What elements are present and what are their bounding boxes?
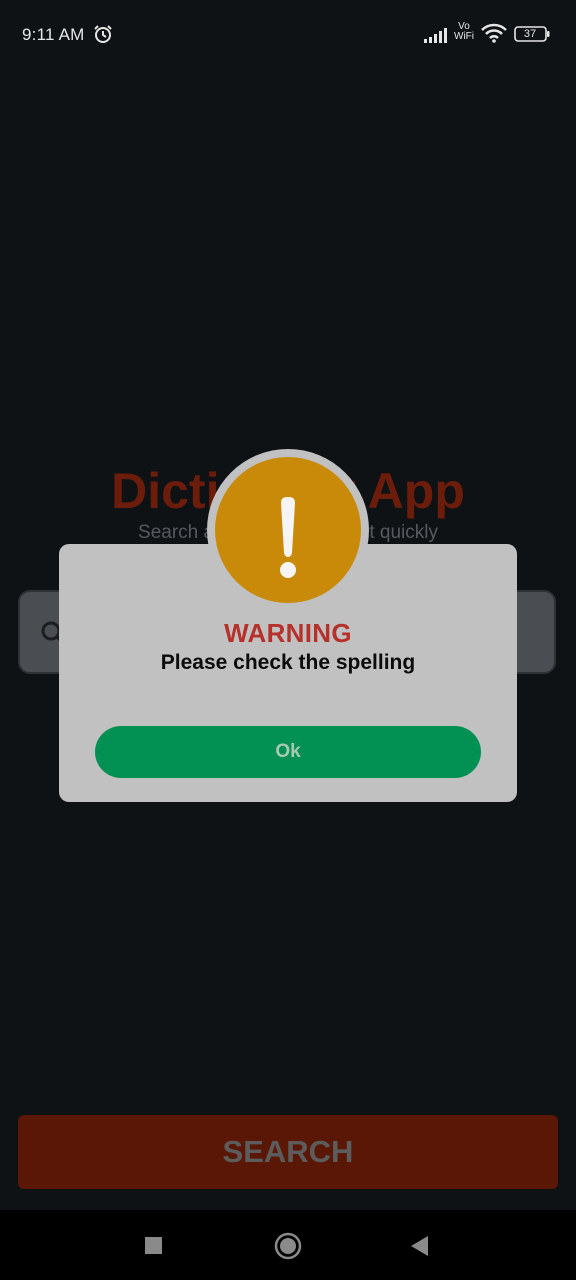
battery-level: 37 <box>523 28 537 40</box>
warning-exclamation-icon <box>280 497 296 578</box>
alarm-icon <box>94 25 112 43</box>
status-bar: 9:11 AM Vo WiFi 37 <box>0 0 576 70</box>
search-button[interactable]: SEARCH <box>18 1115 558 1189</box>
status-time: 9:11 AM <box>22 25 85 44</box>
wifi-icon <box>481 23 507 43</box>
battery-icon: 37 <box>514 26 550 42</box>
recents-square-icon[interactable] <box>145 1237 162 1254</box>
dialog-title: WARNING <box>224 618 352 648</box>
home-circle-icon[interactable] <box>274 1232 302 1260</box>
ok-button[interactable]: Ok <box>95 726 481 778</box>
back-triangle-icon[interactable] <box>411 1236 429 1256</box>
navigation-bar <box>0 1210 576 1280</box>
warning-icon-badge <box>207 449 369 611</box>
dialog-message: Please check the spelling <box>160 651 416 674</box>
vowifi-indicator: Vo WiFi <box>454 21 474 42</box>
signal-icon <box>424 28 447 43</box>
